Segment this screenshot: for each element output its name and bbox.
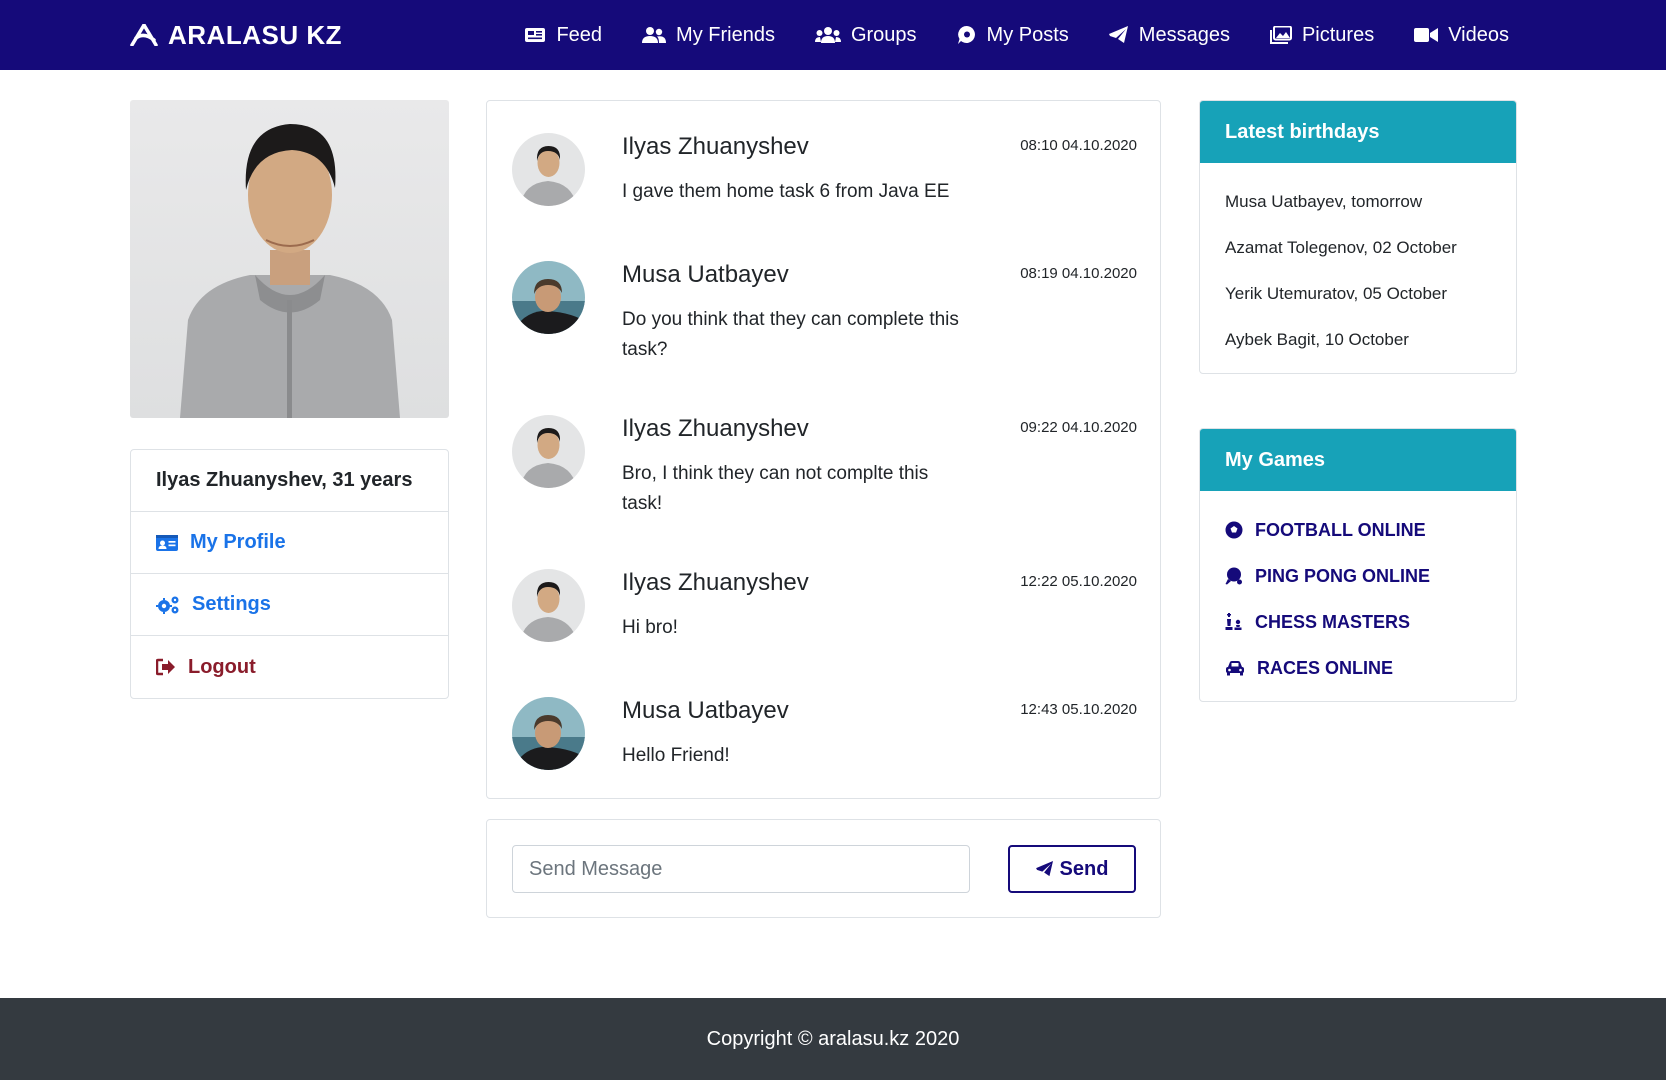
car-icon xyxy=(1226,661,1244,676)
my-profile-label: My Profile xyxy=(190,531,286,553)
message-author[interactable]: Musa Uatbayev xyxy=(622,261,789,289)
brand-icon xyxy=(130,24,158,46)
message-time: 08:19 04.10.2020 xyxy=(1020,265,1137,282)
avatar[interactable] xyxy=(512,569,585,642)
my-profile-link[interactable]: My Profile xyxy=(131,512,448,574)
messages-card: Ilyas Zhuanyshev 08:10 04.10.2020 I gave… xyxy=(486,100,1161,799)
birthdays-title: Latest birthdays xyxy=(1200,101,1516,163)
message-item: Ilyas Zhuanyshev 12:22 05.10.2020 Hi bro… xyxy=(512,569,1137,679)
message-time: 09:22 04.10.2020 xyxy=(1020,419,1137,436)
top-navbar: ARALASU KZ Feed My Friends Groups My Pos… xyxy=(0,0,1666,70)
message-input[interactable] xyxy=(512,845,970,893)
copyright-text: Copyright © aralasu.kz 2020 xyxy=(706,1027,960,1050)
profile-name-age: Ilyas Zhuanyshev, 31 years xyxy=(156,469,413,491)
nav-item-my-friends[interactable]: My Friends xyxy=(642,24,775,47)
message-item: Musa Uatbayev 08:19 04.10.2020 Do you th… xyxy=(512,261,1137,401)
logout-link[interactable]: Logout xyxy=(131,636,448,698)
nav-item-pictures[interactable]: Pictures xyxy=(1269,23,1375,47)
message-text: Do you think that they can complete this… xyxy=(622,309,959,360)
message-time: 12:22 05.10.2020 xyxy=(1020,573,1137,590)
chess-icon xyxy=(1225,613,1242,630)
avatar[interactable] xyxy=(512,133,585,206)
nav-links: Feed My Friends Groups My Posts Messages… xyxy=(484,0,1509,70)
nav-item-messages[interactable]: Messages xyxy=(1108,23,1230,47)
paper-plane-icon xyxy=(1108,26,1128,43)
send-button[interactable]: Send xyxy=(1008,845,1136,893)
birthdays-card: Latest birthdays Musa Uatbayev, tomorrow… xyxy=(1199,100,1517,374)
birthdays-list: Musa Uatbayev, tomorrow Azamat Tolegenov… xyxy=(1200,163,1516,373)
images-icon xyxy=(1269,26,1292,44)
sign-out-icon xyxy=(156,658,175,676)
futbol-icon xyxy=(1225,521,1243,539)
video-icon xyxy=(1414,28,1439,42)
message-time: 12:43 05.10.2020 xyxy=(1020,701,1137,718)
nav-item-label: My Posts xyxy=(986,23,1069,46)
logout-label: Logout xyxy=(188,655,256,678)
paper-plane-icon xyxy=(1035,861,1053,877)
brand-name: ARALASU KZ xyxy=(168,19,342,50)
message-author[interactable]: Musa Uatbayev xyxy=(622,697,789,725)
message-text: Hello Friend! xyxy=(622,745,730,766)
avatar[interactable] xyxy=(512,415,585,488)
nav-item-label: My Friends xyxy=(676,23,775,46)
games-list: FOOTBALL ONLINE PING PONG ONLINE CHESS M… xyxy=(1200,491,1516,701)
table-tennis-icon xyxy=(1225,567,1242,585)
game-label: CHESS MASTERS xyxy=(1255,611,1411,632)
message-composer: Send xyxy=(486,819,1161,918)
game-link-ping-pong[interactable]: PING PONG ONLINE xyxy=(1225,553,1491,599)
message-text: I gave them home task 6 from Java EE xyxy=(622,181,950,202)
message-author[interactable]: Ilyas Zhuanyshev xyxy=(622,133,809,161)
message-author[interactable]: Ilyas Zhuanyshev xyxy=(622,569,809,597)
message-item: Musa Uatbayev 12:43 05.10.2020 Hello Fri… xyxy=(512,697,1137,787)
cogs-icon xyxy=(156,596,179,614)
nav-item-my-posts[interactable]: My Posts xyxy=(957,24,1069,47)
settings-label: Settings xyxy=(192,593,271,615)
birthday-item: Aybek Bagit, 10 October xyxy=(1225,330,1409,349)
nav-item-label: Pictures xyxy=(1301,23,1375,46)
footer: Copyright © aralasu.kz 2020 xyxy=(0,998,1666,1080)
profile-summary: Ilyas Zhuanyshev, 31 years xyxy=(131,450,448,512)
profile-photo xyxy=(130,100,449,418)
nav-item-label: Videos xyxy=(1448,23,1509,46)
birthday-item: Yerik Utemuratov, 05 October xyxy=(1225,284,1448,303)
id-card-icon xyxy=(156,534,178,551)
users-icon xyxy=(814,27,841,43)
message-item: Ilyas Zhuanyshev 09:22 04.10.2020 Bro, I… xyxy=(512,415,1137,555)
profile-menu-card: Ilyas Zhuanyshev, 31 years My Profile Se… xyxy=(130,449,449,699)
message-author[interactable]: Ilyas Zhuanyshev xyxy=(622,415,809,443)
birthday-item: Azamat Tolegenov, 02 October xyxy=(1225,238,1457,257)
message-item: Ilyas Zhuanyshev 08:10 04.10.2020 I gave… xyxy=(512,133,1137,243)
comment-icon xyxy=(957,25,975,44)
games-card: My Games FOOTBALL ONLINE PING PONG ONLIN… xyxy=(1199,428,1517,702)
game-link-chess[interactable]: CHESS MASTERS xyxy=(1225,599,1491,645)
brand-logo[interactable]: ARALASU KZ xyxy=(130,0,342,70)
game-link-races[interactable]: RACES ONLINE xyxy=(1225,645,1491,691)
game-label: FOOTBALL ONLINE xyxy=(1255,519,1426,540)
avatar[interactable] xyxy=(512,697,585,770)
settings-link[interactable]: Settings xyxy=(131,574,448,636)
message-time: 08:10 04.10.2020 xyxy=(1020,137,1137,154)
send-label: Send xyxy=(1059,857,1109,880)
nav-item-label: Feed xyxy=(556,23,603,46)
message-text: Hi bro! xyxy=(622,617,678,638)
nav-item-label: Messages xyxy=(1138,23,1230,46)
nav-item-groups[interactable]: Groups xyxy=(814,23,917,47)
newspaper-icon xyxy=(525,28,546,42)
nav-item-videos[interactable]: Videos xyxy=(1414,24,1509,47)
game-link-football[interactable]: FOOTBALL ONLINE xyxy=(1225,507,1491,553)
games-title: My Games xyxy=(1200,429,1516,491)
game-label: RACES ONLINE xyxy=(1257,657,1394,678)
nav-item-label: Groups xyxy=(850,23,917,46)
avatar[interactable] xyxy=(512,261,585,334)
message-text: Bro, I think they can not complte this t… xyxy=(622,463,929,514)
game-label: PING PONG ONLINE xyxy=(1255,565,1431,586)
birthday-item: Musa Uatbayev, tomorrow xyxy=(1225,192,1423,211)
nav-item-feed[interactable]: Feed xyxy=(524,24,602,47)
user-friends-icon xyxy=(642,27,667,43)
